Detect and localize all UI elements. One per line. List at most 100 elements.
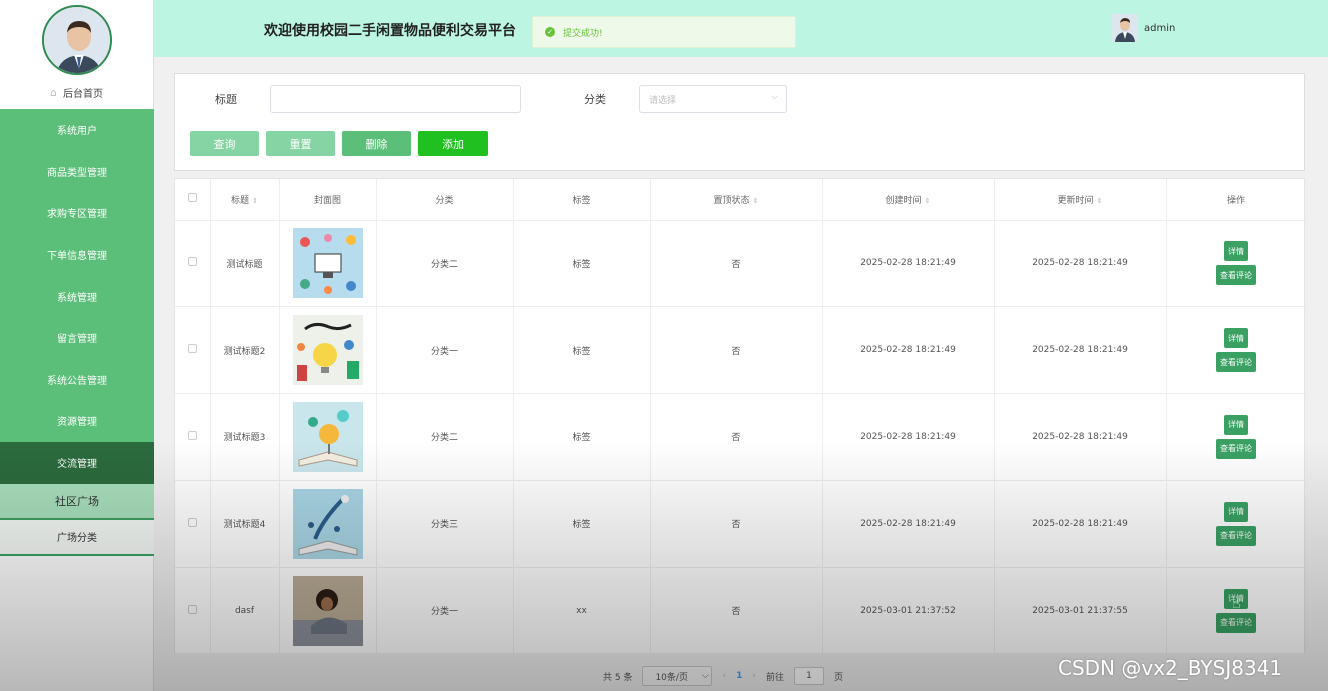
page-title: 欢迎使用校园二手闲置物品便利交易平台	[264, 23, 516, 39]
title-input[interactable]	[270, 85, 521, 113]
cover-image[interactable]	[292, 488, 363, 559]
sort-icon: ⇕	[252, 196, 258, 205]
sort-icon: ⇕	[752, 196, 759, 205]
cover-image-graphic	[292, 575, 363, 646]
table-row: dasf 分类一 xx 否 2025-03-01 21:37:52 2025-0…	[175, 567, 1307, 655]
cell-tag: 标签	[513, 480, 651, 568]
cell-updated: 2025-02-28 18:21:49	[994, 220, 1167, 308]
sidebar-item-product-types[interactable]: 商品类型管理	[0, 150, 154, 193]
sidebar-item-system[interactable]: 系统管理	[0, 275, 154, 317]
cell-created: 2025-02-28 18:21:49	[822, 306, 995, 395]
sidebar-home-label: 后台首页	[62, 88, 103, 100]
pagination: 共 5 条 10条/页 ⌵ ‹ 1 › 前往 1 页	[603, 666, 843, 686]
detail-button[interactable]: 详情	[1224, 414, 1248, 435]
detail-button[interactable]: 详情	[1224, 501, 1248, 522]
cell-category: 分类三	[376, 480, 514, 568]
cell-pinned: 否	[650, 306, 823, 395]
sidebar-item-wanted[interactable]: 求购专区管理	[0, 192, 154, 234]
cell-title: 测试标题4	[210, 480, 280, 568]
row-checkbox[interactable]	[187, 517, 197, 527]
cell-created: 2025-02-28 18:21:49	[822, 220, 995, 308]
category-select[interactable]: 请选择 ⌵	[639, 85, 787, 113]
column-header-cover: 封面图	[279, 179, 377, 221]
sort-icon: ⇕	[1096, 196, 1103, 205]
sidebar-item-resources[interactable]: 资源管理	[0, 400, 154, 442]
detail-button[interactable]: 详情	[1224, 241, 1248, 262]
page-number-current[interactable]: 1	[736, 671, 742, 681]
success-toast: ✓ 提交成功!	[532, 16, 796, 48]
cell-updated: 2025-03-01 21:37:55	[994, 567, 1167, 655]
cursor-hand-icon: ☝	[1232, 596, 1241, 612]
category-filter-label: 分类	[584, 93, 606, 106]
toast-message: 提交成功!	[563, 28, 603, 39]
reset-button[interactable]: 重置	[266, 131, 335, 156]
next-page-icon[interactable]: ›	[752, 671, 756, 681]
goto-page-input[interactable]: 1	[793, 667, 824, 685]
row-checkbox[interactable]	[187, 257, 197, 267]
sidebar-item-communication[interactable]: 交流管理	[0, 441, 154, 484]
avatar[interactable]	[41, 5, 112, 75]
view-comments-button[interactable]: 查看评论	[1216, 352, 1256, 373]
cell-tag: 标签	[513, 306, 651, 395]
cover-image[interactable]	[292, 228, 363, 299]
cell-created: 2025-02-28 18:21:49	[822, 393, 995, 481]
column-header-tag: 标签	[513, 179, 651, 221]
title-filter-label: 标题	[215, 93, 237, 106]
home-icon: ⌂	[50, 85, 57, 99]
cell-updated: 2025-02-28 18:21:49	[994, 393, 1167, 481]
pager-total: 共 5 条	[603, 672, 633, 683]
add-button[interactable]: 添加	[418, 131, 488, 156]
table: 标题 ⇕ 封面图 分类 标签 置顶状态 ⇕ 创建时间 ⇕ 更新时间 ⇕ 操作 测试标题	[175, 179, 1307, 655]
column-header-actions: 操作	[1166, 179, 1307, 221]
view-comments-button[interactable]: 查看评论	[1216, 525, 1256, 546]
column-header-created[interactable]: 创建时间 ⇕	[822, 179, 995, 221]
query-button[interactable]: 查询	[190, 131, 259, 156]
cover-image-graphic	[292, 228, 363, 299]
view-comments-button[interactable]: 查看评论	[1216, 265, 1256, 286]
sidebar-item-announcements[interactable]: 系统公告管理	[0, 358, 154, 401]
column-header-title[interactable]: 标题 ⇕	[210, 179, 280, 221]
row-checkbox[interactable]	[187, 430, 197, 440]
select-all-cell	[175, 179, 211, 221]
sidebar-item-messages[interactable]: 留言管理	[0, 316, 154, 359]
row-checkbox[interactable]	[187, 344, 197, 354]
chevron-down-icon: ⌵	[771, 92, 778, 102]
sidebar-home-link[interactable]: ⌂ 后台首页	[0, 76, 153, 108]
page-size-select[interactable]: 10条/页 ⌵	[642, 666, 713, 686]
column-header-updated[interactable]: 更新时间 ⇕	[994, 179, 1167, 221]
cover-image[interactable]	[292, 575, 363, 646]
cell-tag: 标签	[513, 393, 651, 481]
detail-button[interactable]: 详情	[1224, 328, 1248, 349]
sidebar-subitem-categories[interactable]: 广场分类	[0, 519, 154, 556]
top-header: 欢迎使用校园二手闲置物品便利交易平台 ✓ 提交成功! admin	[154, 0, 1328, 57]
cover-image[interactable]	[292, 315, 363, 386]
select-all-checkbox[interactable]	[187, 193, 197, 203]
user-avatar	[1112, 14, 1138, 42]
check-circle-icon: ✓	[545, 27, 555, 37]
chevron-down-icon: ⌵	[701, 671, 709, 681]
view-comments-button[interactable]: 查看评论	[1216, 438, 1256, 459]
table-row: 测试标题 分类二 标签 否 2025-02-28 18:21:49 2025-0…	[175, 220, 1307, 308]
prev-page-icon[interactable]: ‹	[722, 671, 726, 681]
cell-title: dasf	[210, 567, 280, 655]
table-row: 测试标题4 分类三 标签 否 2025-02-28 18:21:49 2025-…	[175, 480, 1307, 568]
page-size-value: 10条/页	[655, 672, 688, 683]
cell-category: 分类二	[376, 220, 514, 308]
cell-pinned: 否	[650, 220, 823, 308]
sidebar-item-system-users[interactable]: 系统用户	[0, 109, 154, 151]
cell-title: 测试标题3	[210, 393, 280, 481]
cell-pinned: 否	[650, 480, 823, 568]
delete-button[interactable]: 删除	[342, 131, 411, 156]
view-comments-button[interactable]: 查看评论	[1216, 612, 1256, 633]
column-header-pinned[interactable]: 置顶状态 ⇕	[650, 179, 823, 221]
cover-image-graphic	[292, 315, 363, 386]
cell-pinned: 否	[650, 567, 823, 655]
row-checkbox[interactable]	[187, 604, 197, 614]
avatar-photo-icon	[43, 7, 110, 73]
sidebar-item-orders[interactable]: 下单信息管理	[0, 233, 154, 276]
cover-image-graphic	[292, 488, 363, 559]
user-menu[interactable]: admin	[1112, 14, 1175, 42]
sidebar-subitem-community[interactable]: 社区广场	[0, 483, 154, 520]
cover-image[interactable]	[292, 401, 363, 472]
cell-title: 测试标题2	[210, 306, 280, 395]
